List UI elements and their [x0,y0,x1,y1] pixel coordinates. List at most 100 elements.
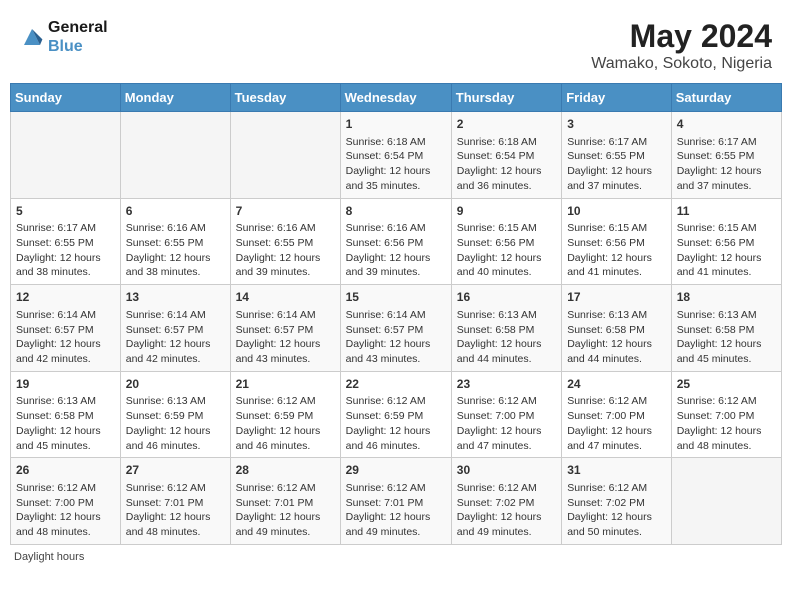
day-number: 5 [16,203,115,220]
sunrise: Sunrise: 6:12 AM [346,482,426,494]
sunset: Sunset: 6:59 PM [346,410,424,422]
calendar-day-header: Saturday [671,84,781,112]
calendar-day-cell: 10Sunrise: 6:15 AMSunset: 6:56 PMDayligh… [562,198,672,285]
calendar-day-cell: 11Sunrise: 6:15 AMSunset: 6:56 PMDayligh… [671,198,781,285]
calendar-day-cell: 26Sunrise: 6:12 AMSunset: 7:00 PMDayligh… [11,458,121,545]
calendar-day-cell: 27Sunrise: 6:12 AMSunset: 7:01 PMDayligh… [120,458,230,545]
calendar-table: SundayMondayTuesdayWednesdayThursdayFrid… [10,83,782,545]
calendar-day-cell: 4Sunrise: 6:17 AMSunset: 6:55 PMDaylight… [671,112,781,199]
sunset: Sunset: 6:56 PM [346,237,424,249]
sunrise: Sunrise: 6:18 AM [346,136,426,148]
daylight: Daylight: 12 hours and 44 minutes. [457,338,542,365]
calendar-day-cell: 20Sunrise: 6:13 AMSunset: 6:59 PMDayligh… [120,371,230,458]
day-number: 2 [457,116,556,133]
sunrise: Sunrise: 6:12 AM [346,395,426,407]
sunset: Sunset: 6:58 PM [16,410,94,422]
day-number: 23 [457,376,556,393]
day-number: 9 [457,203,556,220]
logo-line2: Blue [48,37,108,56]
sunrise: Sunrise: 6:14 AM [126,309,206,321]
daylight: Daylight: 12 hours and 46 minutes. [346,425,431,452]
sunset: Sunset: 6:55 PM [126,237,204,249]
daylight: Daylight: 12 hours and 43 minutes. [346,338,431,365]
sunrise: Sunrise: 6:13 AM [677,309,757,321]
footer: Daylight hours [10,551,782,563]
sunset: Sunset: 6:55 PM [16,237,94,249]
sunrise: Sunrise: 6:12 AM [236,395,316,407]
daylight: Daylight: 12 hours and 36 minutes. [457,165,542,192]
daylight: Daylight: 12 hours and 42 minutes. [16,338,101,365]
day-number: 1 [346,116,446,133]
sunrise: Sunrise: 6:12 AM [16,482,96,494]
sunset: Sunset: 6:56 PM [567,237,645,249]
day-number: 6 [126,203,225,220]
calendar-day-header: Thursday [451,84,561,112]
sunset: Sunset: 6:54 PM [457,150,535,162]
daylight: Daylight: 12 hours and 38 minutes. [16,252,101,279]
calendar-day-cell: 3Sunrise: 6:17 AMSunset: 6:55 PMDaylight… [562,112,672,199]
day-number: 16 [457,289,556,306]
sunrise: Sunrise: 6:17 AM [567,136,647,148]
day-number: 14 [236,289,335,306]
sunrise: Sunrise: 6:15 AM [567,222,647,234]
day-number: 18 [677,289,776,306]
day-number: 15 [346,289,446,306]
sunrise: Sunrise: 6:16 AM [236,222,316,234]
sunrise: Sunrise: 6:13 AM [567,309,647,321]
calendar-day-cell: 30Sunrise: 6:12 AMSunset: 7:02 PMDayligh… [451,458,561,545]
sunrise: Sunrise: 6:17 AM [677,136,757,148]
calendar-day-cell: 22Sunrise: 6:12 AMSunset: 6:59 PMDayligh… [340,371,451,458]
logo-line1: General [48,18,108,37]
day-number: 13 [126,289,225,306]
calendar-week-row: 26Sunrise: 6:12 AMSunset: 7:00 PMDayligh… [11,458,782,545]
daylight: Daylight: 12 hours and 37 minutes. [677,165,762,192]
sunset: Sunset: 7:01 PM [236,497,314,509]
calendar-day-cell: 18Sunrise: 6:13 AMSunset: 6:58 PMDayligh… [671,285,781,372]
calendar-subtitle: Wamako, Sokoto, Nigeria [591,55,772,73]
sunset: Sunset: 7:02 PM [457,497,535,509]
calendar-day-cell: 17Sunrise: 6:13 AMSunset: 6:58 PMDayligh… [562,285,672,372]
calendar-day-cell [230,112,340,199]
calendar-week-row: 1 Sunrise: 6:18 AM Sunset: 6:54 PM Daylight… [11,112,782,199]
logo-icon [20,25,44,49]
day-number: 12 [16,289,115,306]
daylight: Daylight: 12 hours and 44 minutes. [567,338,652,365]
calendar-day-cell: 5Sunrise: 6:17 AMSunset: 6:55 PMDaylight… [11,198,121,285]
calendar-day-cell: 24Sunrise: 6:12 AMSunset: 7:00 PMDayligh… [562,371,672,458]
daylight: Daylight: 12 hours and 43 minutes. [236,338,321,365]
calendar-title: May 2024 [591,18,772,55]
sunset: Sunset: 6:57 PM [16,324,94,336]
sunset: Sunset: 6:58 PM [457,324,535,336]
daylight: Daylight: 12 hours and 41 minutes. [677,252,762,279]
sunset: Sunset: 6:57 PM [126,324,204,336]
title-block: May 2024 Wamako, Sokoto, Nigeria [591,18,772,73]
day-number: 19 [16,376,115,393]
sunset: Sunset: 7:00 PM [16,497,94,509]
sunrise: Sunrise: 6:16 AM [346,222,426,234]
sunset: Sunset: 7:00 PM [677,410,755,422]
calendar-day-cell: 23Sunrise: 6:12 AMSunset: 7:00 PMDayligh… [451,371,561,458]
sunrise: Sunrise: 6:14 AM [16,309,96,321]
calendar-day-header: Wednesday [340,84,451,112]
sunset: Sunset: 7:01 PM [126,497,204,509]
calendar-day-cell: 13Sunrise: 6:14 AMSunset: 6:57 PMDayligh… [120,285,230,372]
sunset: Sunset: 6:58 PM [567,324,645,336]
daylight: Daylight: 12 hours and 41 minutes. [567,252,652,279]
calendar-day-cell: 9Sunrise: 6:15 AMSunset: 6:56 PMDaylight… [451,198,561,285]
calendar-day-cell [671,458,781,545]
calendar-day-cell [120,112,230,199]
day-number: 29 [346,462,446,479]
sunrise: Sunrise: 6:12 AM [677,395,757,407]
calendar-day-cell: 25Sunrise: 6:12 AMSunset: 7:00 PMDayligh… [671,371,781,458]
calendar-day-cell: 14Sunrise: 6:14 AMSunset: 6:57 PMDayligh… [230,285,340,372]
sunrise: Sunrise: 6:15 AM [457,222,537,234]
sunrise: Sunrise: 6:12 AM [236,482,316,494]
calendar-day-cell: 29Sunrise: 6:12 AMSunset: 7:01 PMDayligh… [340,458,451,545]
day-number: 3 [567,116,666,133]
sunset: Sunset: 6:57 PM [346,324,424,336]
logo: General Blue [20,18,108,56]
calendar-day-cell: 19Sunrise: 6:13 AMSunset: 6:58 PMDayligh… [11,371,121,458]
sunset: Sunset: 7:02 PM [567,497,645,509]
calendar-day-header: Sunday [11,84,121,112]
sunrise: Sunrise: 6:13 AM [126,395,206,407]
